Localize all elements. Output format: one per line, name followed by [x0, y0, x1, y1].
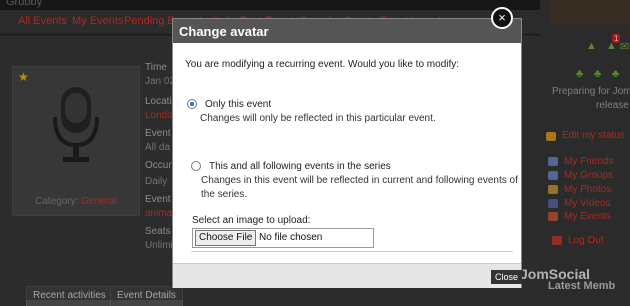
file-status: No file chosen [259, 232, 323, 243]
option1-description: Changes will only be reflected in this p… [200, 113, 436, 124]
file-input[interactable]: Choose File No file chosen [192, 228, 374, 248]
upload-label: Select an image to upload: [192, 215, 311, 226]
radio-all-following-events[interactable] [191, 161, 201, 171]
option2-description-cont: the series. [201, 189, 248, 200]
dialog-footer: Close [173, 263, 523, 288]
dialog-title: Change avatar [179, 24, 269, 39]
close-button[interactable]: Close [491, 270, 523, 284]
divider [191, 251, 513, 252]
dialog-question: You are modifying a recurring event. Wou… [185, 59, 460, 70]
option2-label[interactable]: This and all following events in the ser… [209, 161, 391, 172]
dialog-header: Change avatar [173, 19, 521, 43]
radio-only-this-event[interactable] [187, 99, 197, 109]
option1-label[interactable]: Only this event [205, 99, 271, 110]
choose-file-button[interactable]: Choose File [195, 230, 257, 246]
option2-description: Changes in this event will be reflected … [201, 175, 518, 186]
close-icon[interactable]: × [491, 7, 513, 29]
change-avatar-dialog: Change avatar × You are modifying a recu… [172, 7, 523, 288]
